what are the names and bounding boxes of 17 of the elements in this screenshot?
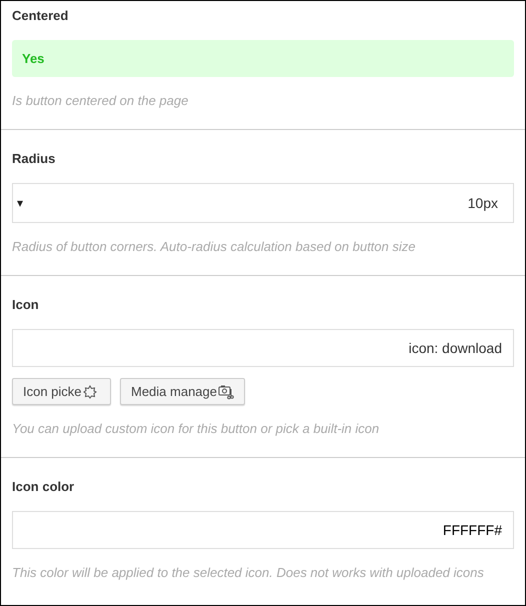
help-text: Is button centered on the page (12, 93, 190, 109)
field-label: Icon color (12, 479, 76, 495)
icon-input-field[interactable]: icon: download (12, 329, 514, 367)
camera-icon (218, 384, 234, 400)
help-text: This color will be applied to the selected icon. Does not works with uploaded icons (12, 565, 485, 581)
field-label: Centered (12, 8, 70, 24)
picker-button[interactable]: Icon picke (12, 378, 111, 405)
burst-icon (82, 384, 97, 398)
help-text: You can upload custom icon for this button or pick a built-in icon (12, 421, 380, 437)
selected-value: 10px (468, 194, 498, 213)
help-text: Radius of button corners. Auto-radius calculation based on button size (12, 239, 416, 255)
field-label: Icon (12, 297, 40, 313)
field-label: Radius (12, 151, 56, 167)
dropdown-arrow-icon: ▾ (17, 194, 23, 212)
color-input-field[interactable]: FFFFFF# (12, 511, 514, 549)
picker-button[interactable]: Media manage (120, 378, 245, 405)
radius-dropdown[interactable]: ▾ 10px (12, 183, 514, 223)
